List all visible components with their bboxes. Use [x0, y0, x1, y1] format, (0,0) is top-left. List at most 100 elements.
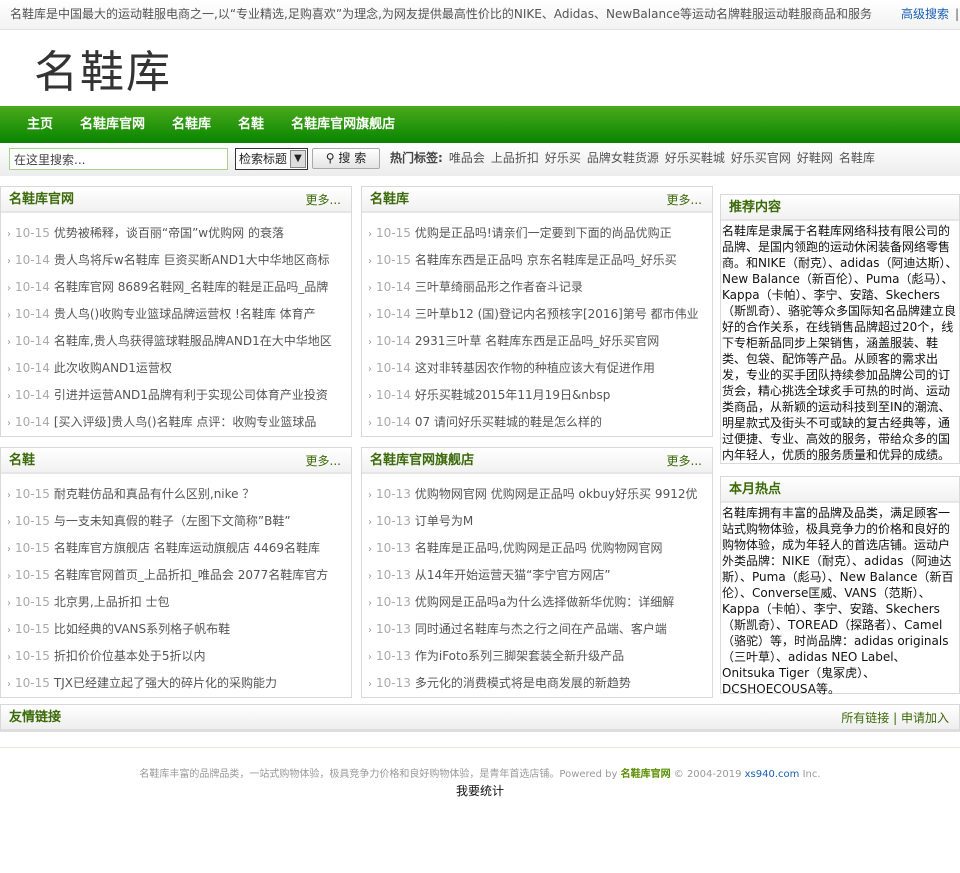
item-title-link[interactable]: 三叶草b12 (国)登记内名预核字[2016]第号 都市伟业: [415, 307, 699, 321]
chevron-right-icon: ›: [368, 517, 372, 528]
item-title-link[interactable]: 折扣价价位基本处于5折以内: [54, 649, 206, 663]
item-title-link[interactable]: 订单号为M: [415, 514, 473, 528]
list-item[interactable]: › 10-15 耐克鞋仿品和真品有什么区别,nike ？: [1, 481, 351, 508]
list-item[interactable]: › 10-14 07 请问好乐买鞋城的鞋是怎么样的: [362, 409, 712, 436]
item-title-link[interactable]: 北京男,上品折扣 士包: [54, 595, 170, 609]
list-item[interactable]: › 10-15 TJX已经建立起了强大的碎片化的采购能力: [1, 670, 351, 697]
chevron-right-icon: ›: [7, 517, 11, 528]
stats-link[interactable]: 我要统计: [0, 782, 960, 799]
item-title-link[interactable]: 从14年开始运营天猫“李宁官方网店”: [415, 568, 611, 582]
hot-tag-link[interactable]: 唯品会: [449, 151, 485, 165]
item-title-link[interactable]: 引进并运营AND1品牌有利于实现公司体育产业投资: [54, 388, 328, 402]
item-title-link[interactable]: 名鞋库是正品吗,优购网是正品吗 优购物网官网: [415, 541, 663, 555]
item-title-link[interactable]: 优购网是正品吗a为什么选择做新华优购：详细解: [415, 595, 674, 609]
item-title-link[interactable]: 2931三叶草 名鞋库东西是正品吗_好乐买官网: [415, 334, 659, 348]
apply-link[interactable]: 申请加入: [901, 711, 949, 725]
item-title-link[interactable]: 贵人鸟将斥w名鞋库 巨资买断AND1大中华地区商标: [54, 253, 330, 267]
list-item[interactable]: › 10-14 好乐买鞋城2015年11月19日&nbsp: [362, 382, 712, 409]
hot-tag-link[interactable]: 好乐买官网: [731, 151, 791, 165]
site-logo[interactable]: 名鞋库: [34, 36, 172, 100]
list-item[interactable]: › 10-14 贵人鸟将斥w名鞋库 巨资买断AND1大中华地区商标: [1, 247, 351, 274]
item-title-link[interactable]: 名鞋库官网 8689名鞋网_名鞋库的鞋是正品吗_品牌: [54, 280, 328, 294]
list-item[interactable]: › 10-15 比如经典的VANS系列格子帆布鞋: [1, 616, 351, 643]
more-link[interactable]: 更多...: [667, 187, 702, 213]
item-title-link[interactable]: 名鞋库东西是正品吗 京东名鞋库是正品吗_好乐买: [415, 253, 677, 267]
list-item[interactable]: › 10-14 2931三叶草 名鞋库东西是正品吗_好乐买官网: [362, 328, 712, 355]
all-links[interactable]: 所有链接: [841, 711, 889, 725]
monthly-hot-panel: 本月热点 名鞋库拥有丰富的品牌及品类，满足顾客一站式购物体验，极具竞争力的价格和…: [720, 476, 960, 696]
item-title-link[interactable]: 与一支未知真假的鞋子（左图下文简称”B鞋”: [54, 514, 291, 528]
list-item[interactable]: › 10-14 [买入评级]贵人鸟()名鞋库 点评：收购专业篮球品: [1, 409, 351, 436]
panel-title[interactable]: 名鞋库官网旗舰店: [370, 448, 474, 474]
list-item[interactable]: › 10-13 订单号为M: [362, 508, 712, 535]
hot-tag-link[interactable]: 品牌女鞋货源: [587, 151, 659, 165]
item-title-link[interactable]: 耐克鞋仿品和真品有什么区别,nike ？: [54, 487, 254, 501]
list-item[interactable]: › 10-15 名鞋库东西是正品吗 京东名鞋库是正品吗_好乐买: [362, 247, 712, 274]
item-title-link[interactable]: 同时通过名鞋库与杰之行之间在产品端、客户端: [415, 622, 667, 636]
item-title-link[interactable]: 优购物网官网 优购网是正品吗 okbuy好乐买 9912优: [415, 487, 698, 501]
list-item[interactable]: › 10-14 引进并运营AND1品牌有利于实现公司体育产业投资: [1, 382, 351, 409]
item-title-link[interactable]: 优势被稀释，谈百丽“帝国”w优购网 的衰落: [54, 226, 284, 240]
search-input[interactable]: [9, 148, 228, 170]
list-item[interactable]: › 10-13 名鞋库是正品吗,优购网是正品吗 优购物网官网: [362, 535, 712, 562]
item-title-link[interactable]: 名鞋库,贵人鸟获得篮球鞋服品牌AND1在大中华地区: [54, 334, 332, 348]
item-title-link[interactable]: 多元化的消费模式将是电商发展的新趋势: [415, 676, 631, 690]
list-item[interactable]: › 10-15 名鞋库官方旗舰店 名鞋库运动旗舰店 4469名鞋库: [1, 535, 351, 562]
item-title-link[interactable]: 此次收购AND1运营权: [54, 361, 172, 375]
hot-tag-link[interactable]: 好乐买: [545, 151, 581, 165]
list-item[interactable]: › 10-13 优购网是正品吗a为什么选择做新华优购：详细解: [362, 589, 712, 616]
list-item[interactable]: › 10-14 贵人鸟()收购专业篮球品牌运营权 !名鞋库 体育产: [1, 301, 351, 328]
item-title-link[interactable]: 优购是正品吗!请亲们一定要到下面的尚品优购正: [415, 226, 672, 240]
nav-mingxieku[interactable]: 名鞋库: [172, 106, 211, 143]
item-title-link[interactable]: TJX已经建立起了强大的碎片化的采购能力: [54, 676, 277, 690]
nav-official[interactable]: 名鞋库官网: [80, 106, 145, 143]
item-title-link[interactable]: 三叶草绮丽品形之作者奋斗记录: [415, 280, 583, 294]
hot-tag-link[interactable]: 好鞋网: [797, 151, 833, 165]
more-link[interactable]: 更多...: [667, 448, 702, 474]
list-item[interactable]: › 10-14 三叶草b12 (国)登记内名预核字[2016]第号 都市伟业: [362, 301, 712, 328]
search-button[interactable]: ⚲ 搜 索: [312, 148, 380, 169]
panel-title[interactable]: 名鞋: [9, 448, 35, 474]
advanced-search-link[interactable]: 高级搜索: [901, 0, 949, 28]
list-item[interactable]: › 10-13 作为iFoto系列三脚架套装全新升级产品: [362, 643, 712, 670]
list-item[interactable]: › 10-13 多元化的消费模式将是电商发展的新趋势: [362, 670, 712, 697]
item-date: 10-14: [376, 280, 411, 294]
item-title-link[interactable]: 名鞋库官网首页_上品折扣_唯品会 2077名鞋库官方: [54, 568, 328, 582]
search-type-select[interactable]: 检索标题 ▼: [235, 148, 308, 170]
item-title-link[interactable]: 作为iFoto系列三脚架套装全新升级产品: [415, 649, 624, 663]
item-title-link[interactable]: 这对非转基因农作物的种植应该大有促进作用: [415, 361, 655, 375]
more-link[interactable]: 更多...: [306, 187, 341, 213]
nav-flagship[interactable]: 名鞋库官网旗舰店: [291, 106, 395, 143]
nav-home[interactable]: 主页: [27, 106, 53, 143]
list-item[interactable]: › 10-14 这对非转基因农作物的种植应该大有促进作用: [362, 355, 712, 382]
panel-title[interactable]: 名鞋库官网: [9, 187, 74, 213]
hot-tag-link[interactable]: 好乐买鞋城: [665, 151, 725, 165]
list-item[interactable]: › 10-15 折扣价价位基本处于5折以内: [1, 643, 351, 670]
hot-tag-link[interactable]: 上品折扣: [491, 151, 539, 165]
more-link[interactable]: 更多...: [306, 448, 341, 474]
list-item[interactable]: › 10-15 北京男,上品折扣 士包: [1, 589, 351, 616]
footer-domain-link[interactable]: xs940.com: [745, 769, 800, 780]
list-item[interactable]: › 10-15 优购是正品吗!请亲们一定要到下面的尚品优购正: [362, 220, 712, 247]
item-title-link[interactable]: 贵人鸟()收购专业篮球品牌运营权 !名鞋库 体育产: [54, 307, 316, 321]
list-item[interactable]: › 10-14 三叶草绮丽品形之作者奋斗记录: [362, 274, 712, 301]
list-item[interactable]: › 10-13 从14年开始运营天猫“李宁官方网店”: [362, 562, 712, 589]
list-item[interactable]: › 10-15 优势被稀释，谈百丽“帝国”w优购网 的衰落: [1, 220, 351, 247]
list-item[interactable]: › 10-13 优购物网官网 优购网是正品吗 okbuy好乐买 9912优: [362, 481, 712, 508]
item-title-link[interactable]: [买入评级]贵人鸟()名鞋库 点评：收购专业篮球品: [54, 415, 317, 429]
item-title-link[interactable]: 好乐买鞋城2015年11月19日&nbsp: [415, 388, 611, 402]
item-title-link[interactable]: 07 请问好乐买鞋城的鞋是怎么样的: [415, 415, 602, 429]
list-item[interactable]: › 10-13 同时通过名鞋库与杰之行之间在产品端、客户端: [362, 616, 712, 643]
list-item[interactable]: › 10-14 名鞋库官网 8689名鞋网_名鞋库的鞋是正品吗_品牌: [1, 274, 351, 301]
item-title-link[interactable]: 名鞋库官方旗舰店 名鞋库运动旗舰店 4469名鞋库: [54, 541, 320, 555]
hot-tag-link[interactable]: 名鞋库: [839, 151, 875, 165]
list-item[interactable]: › 10-14 此次收购AND1运营权: [1, 355, 351, 382]
list-item[interactable]: › 10-15 名鞋库官网首页_上品折扣_唯品会 2077名鞋库官方: [1, 562, 351, 589]
item-title-link[interactable]: 比如经典的VANS系列格子帆布鞋: [54, 622, 230, 636]
nav-mingxie[interactable]: 名鞋: [238, 106, 264, 143]
panel-title[interactable]: 名鞋库: [370, 187, 409, 213]
list-item[interactable]: › 10-15 与一支未知真假的鞋子（左图下文简称”B鞋”: [1, 508, 351, 535]
list-item[interactable]: › 10-14 名鞋库,贵人鸟获得篮球鞋服品牌AND1在大中华地区: [1, 328, 351, 355]
chevron-right-icon: ›: [368, 490, 372, 501]
footer-brand-link[interactable]: 名鞋库官网: [621, 769, 671, 780]
